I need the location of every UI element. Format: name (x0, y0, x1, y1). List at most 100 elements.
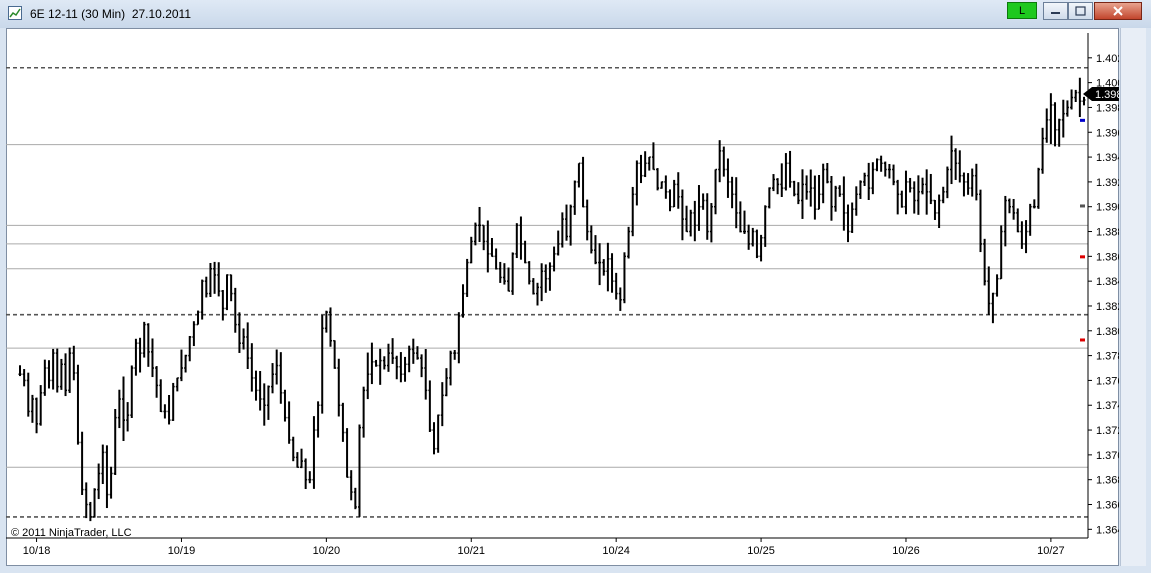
price-tick-label: 1.3740 (1096, 400, 1119, 412)
price-bar (656, 168, 660, 191)
price-tick-label: 1.3880 (1096, 227, 1119, 239)
order-marker (1080, 255, 1085, 259)
price-bar (362, 386, 366, 438)
price-bar (391, 338, 395, 364)
right-margin (1120, 28, 1146, 566)
price-bar (279, 352, 283, 404)
price-bar (1065, 100, 1069, 117)
price-bar (896, 179, 900, 215)
price-bar (838, 185, 842, 197)
price-bar (465, 258, 469, 297)
price-bar (329, 307, 333, 347)
time-axis: 10/18 10/19 10/20 10/21 10/24 10/25 10/26 10/27 (23, 538, 1065, 557)
price-bar (585, 199, 589, 241)
price-bar (237, 312, 241, 353)
price-bar (962, 172, 966, 197)
price-bar (1041, 127, 1045, 174)
price-bar (515, 223, 519, 259)
price-bar (357, 424, 361, 517)
price-bar (233, 287, 237, 333)
price-bar (900, 190, 904, 208)
price-bar (179, 349, 183, 382)
price-bar (825, 162, 829, 184)
price-bar (846, 204, 850, 243)
price-bar (974, 163, 978, 201)
price-bar (983, 238, 987, 286)
price-bar (991, 292, 995, 324)
price-chart[interactable]: 1.40201.40001.39801.39601.39401.39201.39… (6, 28, 1119, 566)
price-bar (635, 160, 639, 206)
price-bar (685, 205, 689, 233)
price-bar (564, 204, 568, 241)
price-bar (1007, 198, 1011, 214)
price-tick-label: 1.3700 (1096, 450, 1119, 462)
time-tick-label: 10/27 (1037, 545, 1065, 557)
price-bar (1036, 167, 1040, 209)
price-bar (324, 310, 328, 333)
price-bar (598, 243, 602, 286)
price-bar (109, 466, 113, 499)
price-bar (35, 397, 39, 434)
price-bar (308, 471, 312, 484)
price-bar (660, 181, 664, 189)
time-tick-label: 10/20 (313, 545, 341, 557)
price-bar (631, 186, 635, 237)
price-bar (424, 349, 428, 400)
chart-icon (8, 6, 22, 20)
price-bar (200, 279, 204, 320)
price-bar (792, 180, 796, 197)
price-bar (138, 337, 142, 373)
price-bar (842, 176, 846, 231)
price-bar (374, 359, 378, 367)
price-bar (337, 358, 341, 417)
price-bar (473, 222, 477, 246)
close-button[interactable] (1094, 2, 1142, 20)
restore-button[interactable] (1068, 2, 1093, 20)
price-bar (966, 173, 970, 195)
price-bar (950, 135, 954, 185)
price-bar (809, 169, 813, 207)
price-bar (217, 262, 221, 297)
price-bar (507, 267, 511, 292)
price-tick-label: 1.3940 (1096, 152, 1119, 164)
price-bar (378, 348, 382, 385)
price-bar (18, 365, 22, 377)
price-bar (548, 262, 552, 291)
price-bar (921, 177, 925, 195)
price-bar (536, 282, 540, 306)
price-bar (478, 206, 482, 243)
window-title: 6E 12-11 (30 Min) 27.10.2011 (30, 7, 191, 21)
price-bar (213, 261, 217, 294)
price-bar (88, 501, 92, 522)
price-bar (916, 175, 920, 215)
price-bar (689, 209, 693, 237)
price-bar (867, 162, 871, 201)
price-bar (1003, 195, 1007, 247)
price-bar (747, 224, 751, 250)
price-bar (1061, 99, 1065, 138)
price-bar (718, 140, 722, 183)
price-bar (701, 193, 705, 210)
minimize-button[interactable] (1043, 2, 1068, 20)
price-bar (370, 342, 374, 385)
price-tick-label: 1.4020 (1096, 53, 1119, 65)
price-bar (904, 170, 908, 215)
price-bar (593, 235, 597, 265)
copyright-text: © 2011 NinjaTrader, LLC (11, 527, 132, 539)
price-bar (469, 236, 473, 264)
price-bar (800, 169, 804, 219)
price-tick-label: 1.3660 (1096, 499, 1119, 511)
price-bar (126, 402, 130, 432)
price-bar (776, 178, 780, 195)
price-bar (863, 172, 867, 186)
time-tick-label: 10/19 (168, 545, 196, 557)
price-bar (763, 205, 767, 247)
live-button[interactable]: L (1007, 2, 1037, 19)
price-tick-label: 1.3920 (1096, 177, 1119, 189)
minimize-icon (1051, 12, 1060, 14)
price-bar (498, 261, 502, 283)
price-bar (527, 261, 531, 285)
price-bar (912, 181, 916, 214)
price-bar (130, 365, 134, 418)
price-bar (258, 371, 262, 411)
